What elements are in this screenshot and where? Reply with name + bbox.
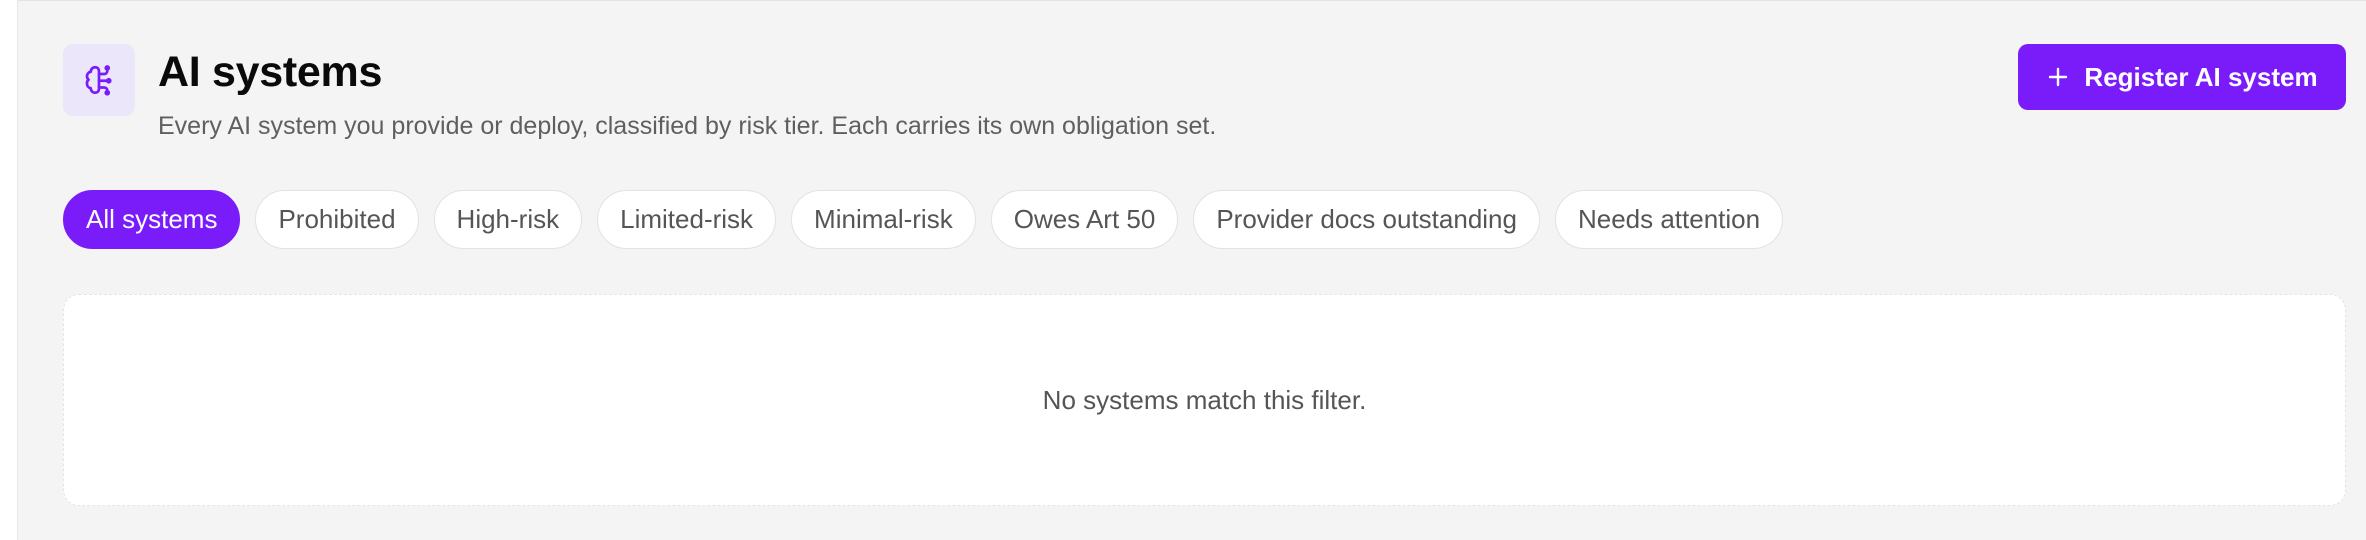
register-ai-system-button[interactable]: Register AI system bbox=[2018, 44, 2346, 110]
page-header: AI systems Every AI system you provide o… bbox=[63, 44, 2346, 154]
filter-prohibited[interactable]: Prohibited bbox=[255, 190, 419, 249]
empty-state-panel: No systems match this filter. bbox=[63, 294, 2346, 506]
filter-needs-attention[interactable]: Needs attention bbox=[1554, 190, 1784, 249]
empty-state-message: No systems match this filter. bbox=[1042, 384, 1367, 415]
filter-minimal-risk[interactable]: Minimal-risk bbox=[791, 190, 976, 249]
filter-owes-art-50[interactable]: Owes Art 50 bbox=[990, 190, 1179, 249]
plus-icon bbox=[2046, 65, 2070, 89]
filter-all-systems[interactable]: All systems bbox=[63, 190, 241, 249]
ai-systems-page: AI systems Every AI system you provide o… bbox=[63, 0, 2346, 540]
filter-high-risk[interactable]: High-risk bbox=[433, 190, 583, 249]
left-sidebar-edge bbox=[0, 0, 18, 540]
risk-filter-chips: All systems Prohibited High-risk Limited… bbox=[63, 190, 1784, 250]
brain-icon bbox=[63, 44, 135, 116]
register-button-label: Register AI system bbox=[2084, 61, 2318, 92]
page-title: AI systems bbox=[158, 48, 383, 96]
filter-provider-docs-outstanding[interactable]: Provider docs outstanding bbox=[1193, 190, 1540, 249]
filter-limited-risk[interactable]: Limited-risk bbox=[597, 190, 777, 249]
page-subtitle: Every AI system you provide or deploy, c… bbox=[158, 112, 1217, 140]
